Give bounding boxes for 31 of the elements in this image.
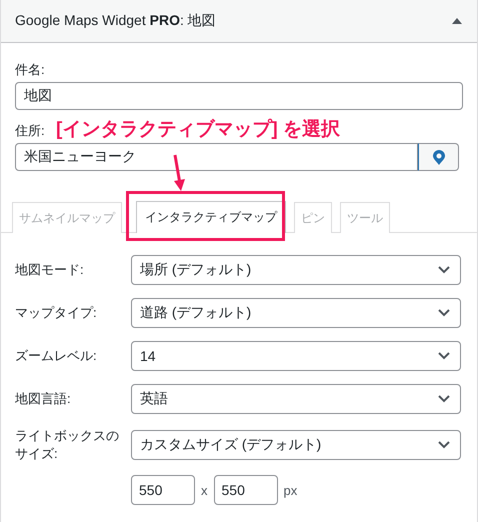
chevron-down-icon (438, 352, 450, 360)
dropdown[interactable]: 道路 (デフォルト) (131, 298, 461, 328)
setting-label: ライトボックスのサイズ: (15, 427, 120, 462)
dropdown[interactable]: カスタムサイズ (デフォルト) (131, 430, 461, 460)
locate-button[interactable] (418, 143, 459, 171)
tab[interactable]: インタラクティブマップ (136, 201, 286, 233)
map-pin-icon (432, 150, 444, 164)
chevron-down-icon (438, 395, 450, 403)
setting-label: 地図モード: (15, 261, 85, 279)
size-separator: x (201, 482, 208, 498)
annotation-arrow (171, 154, 187, 192)
unit-label: px (284, 482, 298, 498)
field-label: 住所: (15, 122, 45, 140)
width-field[interactable]: 550 (131, 475, 195, 506)
widget-header[interactable]: Google Maps Widget PRO: 地図 (1, 0, 477, 43)
chevron-down-icon (438, 440, 450, 449)
setting-label: マップタイプ: (15, 304, 98, 322)
setting-label: ズームレベル: (15, 347, 98, 365)
height-field[interactable]: 550 (214, 475, 278, 506)
chevron-down-icon (438, 266, 450, 274)
widget-title: Google Maps Widget PRO: 地図 (15, 12, 216, 30)
title-field[interactable]: 地図 (15, 82, 463, 110)
field-label: 件名: (15, 61, 45, 79)
annotation-text: [インタラクティブマップ] を選択 (56, 118, 340, 142)
setting-label: 地図言語: (15, 390, 72, 408)
dropdown[interactable]: 英語 (131, 384, 461, 414)
dropdown[interactable]: 場所 (デフォルト) (131, 255, 461, 285)
collapse-caret-icon[interactable] (452, 18, 462, 24)
address-field[interactable]: 米国ニューヨーク (15, 143, 418, 171)
chevron-down-icon (438, 309, 450, 317)
dropdown[interactable]: 14 (131, 341, 461, 371)
